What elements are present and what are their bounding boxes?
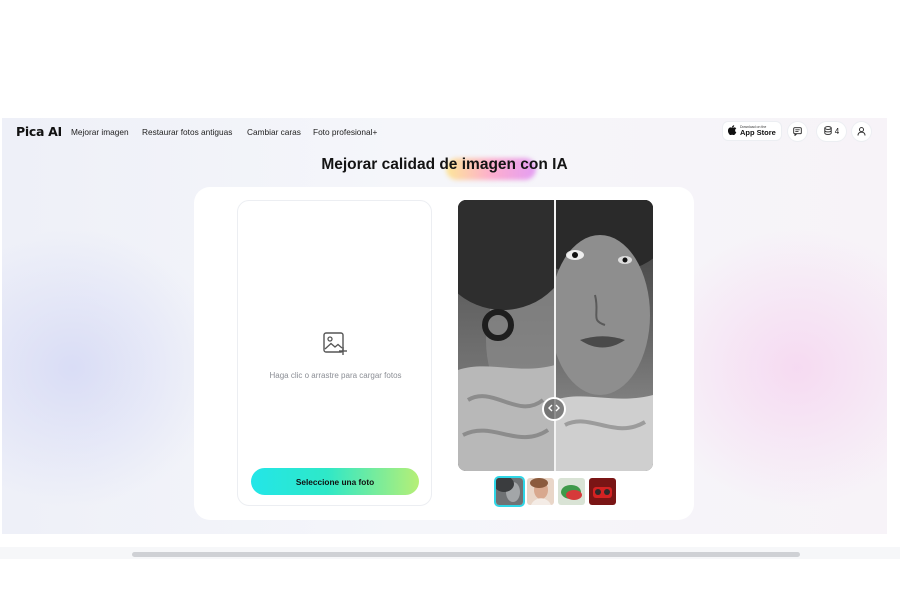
nav-foto-profesional[interactable]: Foto profesional+ bbox=[313, 127, 377, 137]
logo[interactable]: Pica AI bbox=[16, 124, 62, 139]
app-store-button[interactable]: Download on the App Store bbox=[723, 122, 781, 140]
user-icon bbox=[857, 123, 866, 141]
image-upload-icon bbox=[322, 331, 348, 357]
sample-thumbnail[interactable] bbox=[496, 478, 523, 505]
nav-cambiar-caras[interactable]: Cambiar caras bbox=[247, 127, 301, 137]
user-button[interactable] bbox=[852, 122, 871, 141]
upload-dropzone[interactable]: Haga clic o arrastre para cargar fotos S… bbox=[237, 200, 432, 506]
before-image bbox=[458, 200, 606, 471]
sample-thumbnails bbox=[494, 478, 618, 508]
nav-restaurar-fotos[interactable]: Restaurar fotos antiguas bbox=[142, 127, 232, 137]
comparison-divider bbox=[554, 200, 556, 471]
chat-icon bbox=[793, 123, 802, 141]
coin-stack-icon bbox=[824, 126, 832, 137]
appstore-label: App Store bbox=[740, 128, 776, 137]
sample-thumbnail[interactable] bbox=[589, 478, 616, 505]
enhancer-card: Haga clic o arrastre para cargar fotos S… bbox=[194, 187, 694, 520]
sample-thumbnail[interactable] bbox=[558, 478, 585, 505]
background-glow-left bbox=[2, 228, 222, 508]
nav-mejorar-imagen[interactable]: Mejorar imagen bbox=[71, 127, 129, 137]
horizontal-scrollbar-thumb[interactable] bbox=[132, 552, 800, 557]
credits-count: 4 bbox=[834, 127, 840, 136]
sample-thumbnail[interactable] bbox=[527, 478, 554, 505]
page-viewport: Pica AI Mejorar imagen Restaurar fotos a… bbox=[2, 118, 887, 534]
select-photo-button[interactable]: Seleccione una foto bbox=[251, 468, 419, 495]
credits-button[interactable]: 4 bbox=[817, 122, 846, 141]
top-navigation: Pica AI Mejorar imagen Restaurar fotos a… bbox=[2, 118, 887, 145]
page-title: Mejorar calidad de imagen con IA bbox=[321, 156, 568, 173]
after-image bbox=[520, 200, 653, 471]
arrows-left-right-icon bbox=[548, 404, 560, 414]
chat-button[interactable] bbox=[788, 122, 807, 141]
before-after-comparison[interactable] bbox=[458, 200, 653, 471]
upload-hint: Haga clic o arrastre para cargar fotos bbox=[269, 371, 402, 380]
apple-icon bbox=[727, 124, 737, 138]
comparison-drag-handle[interactable] bbox=[542, 397, 566, 421]
